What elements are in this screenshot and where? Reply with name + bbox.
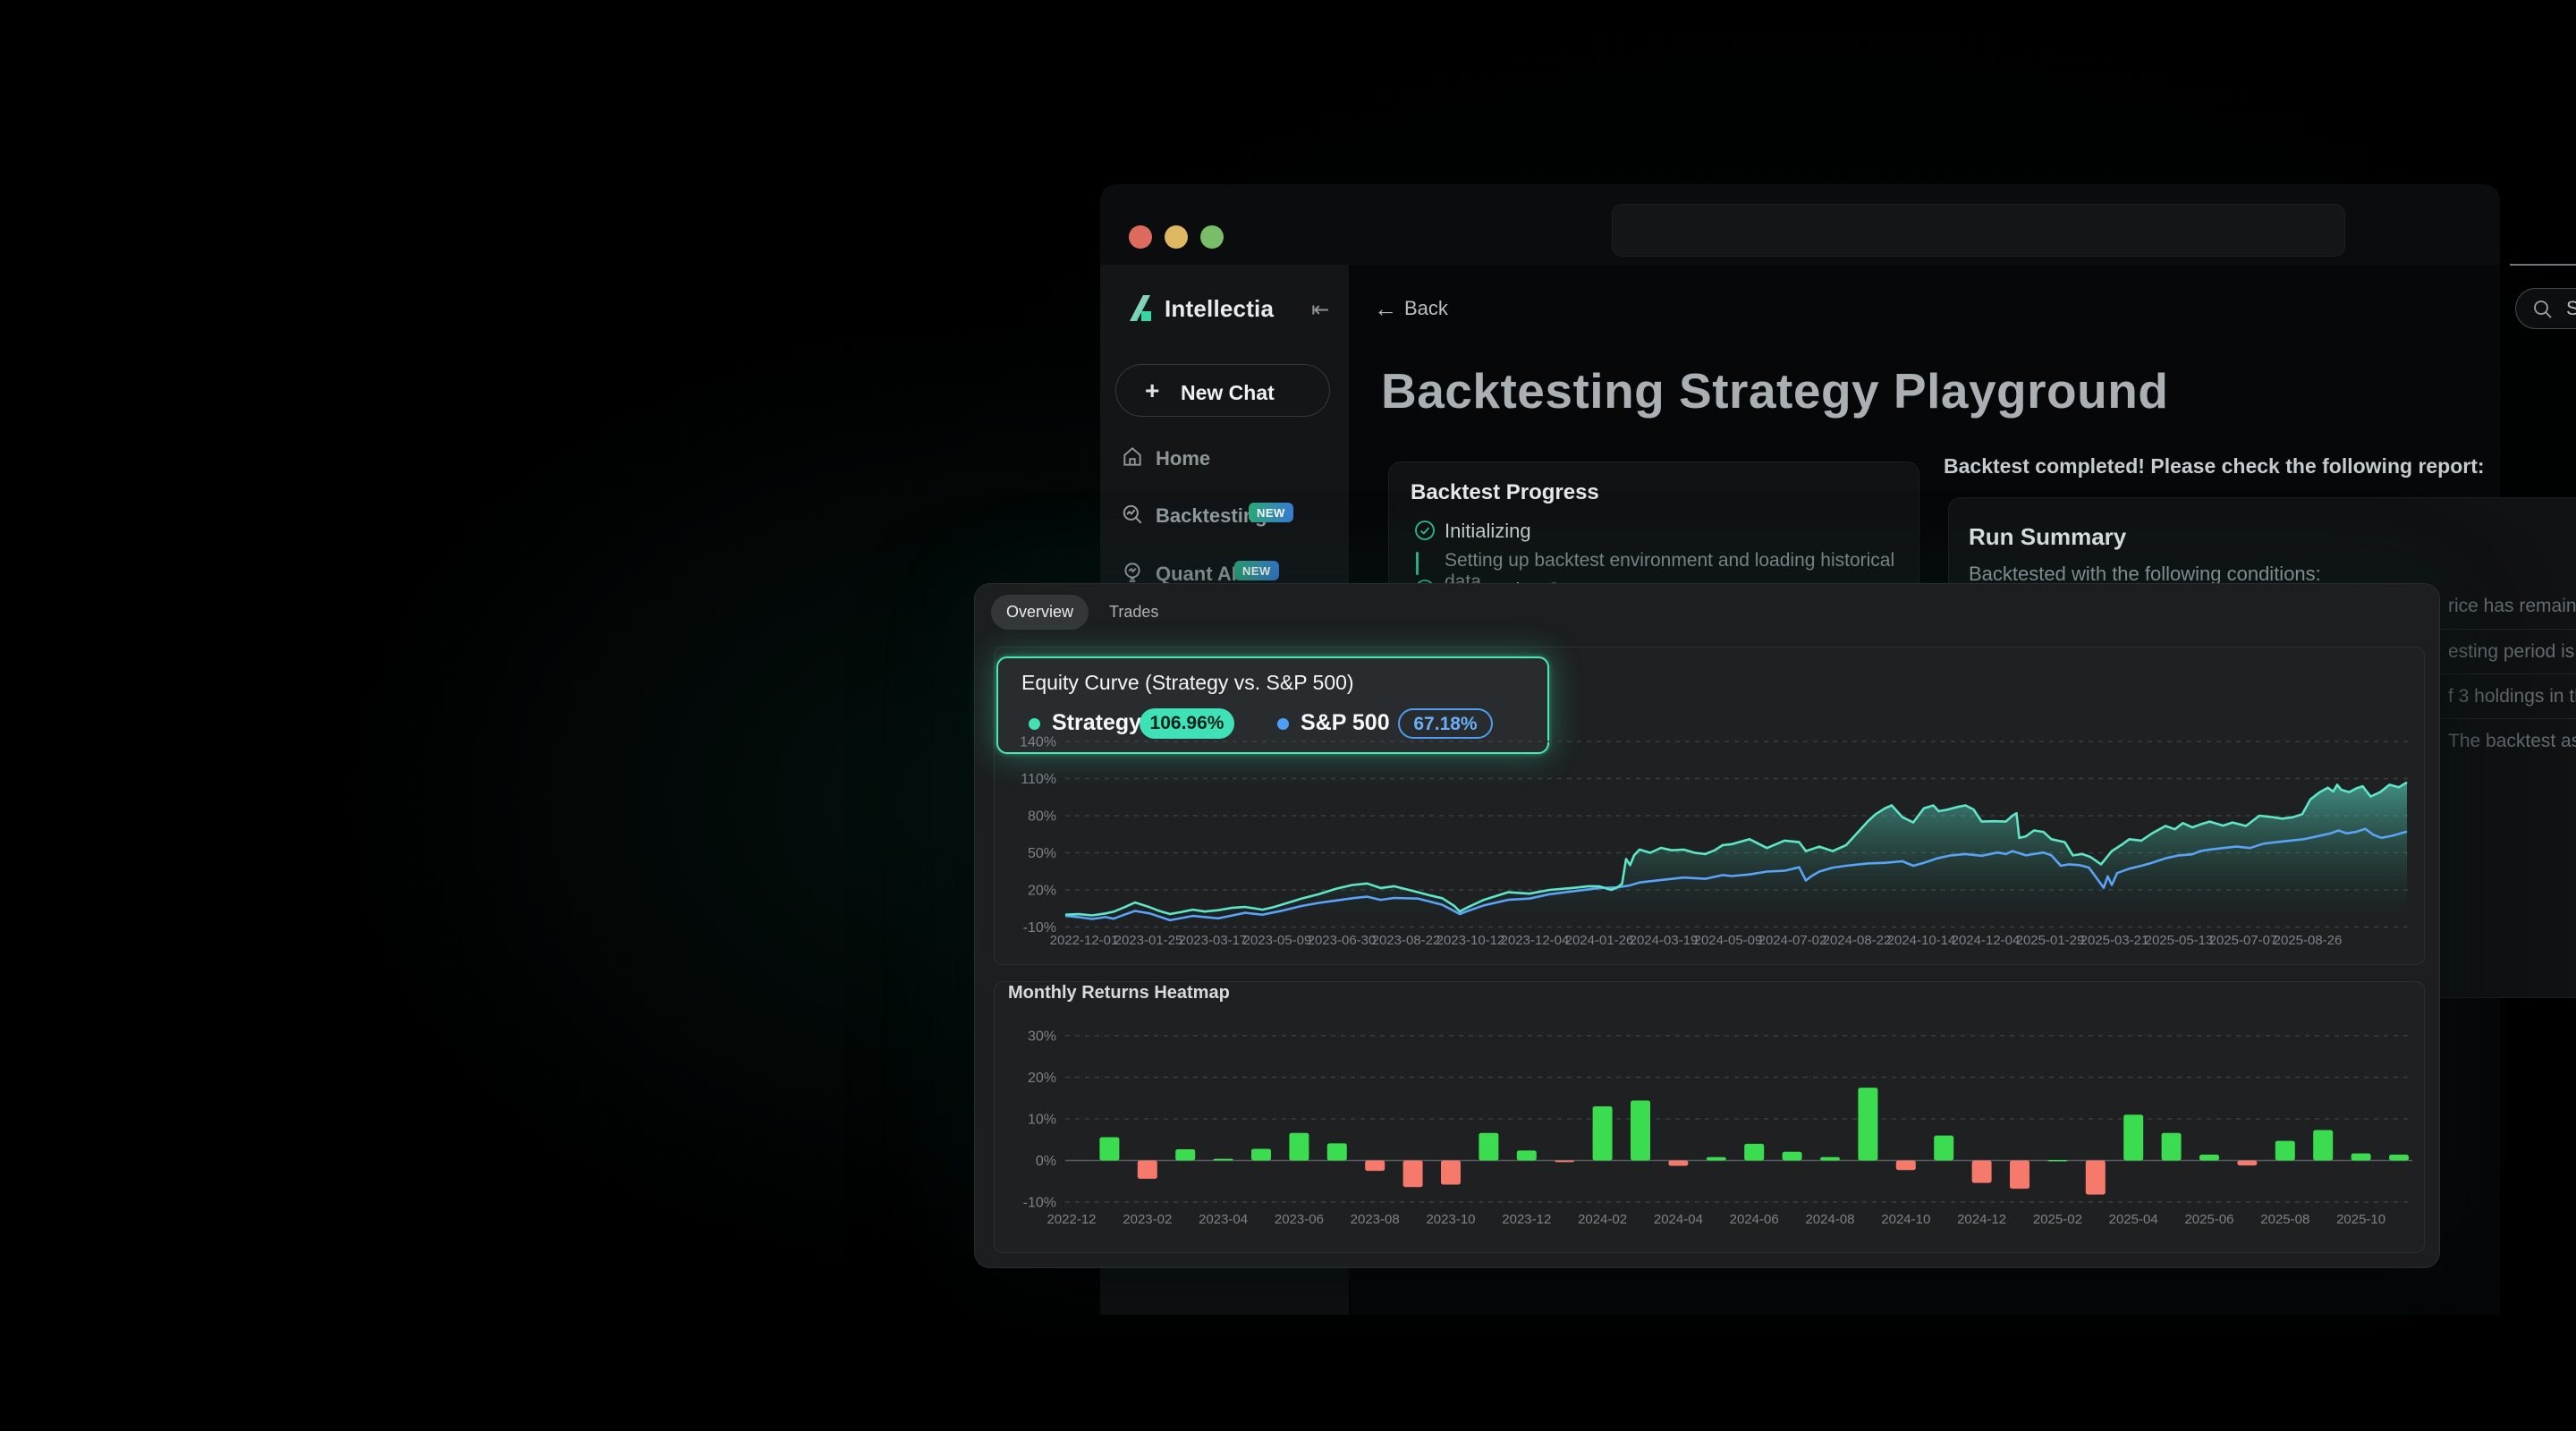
backtest-chart-icon	[1121, 503, 1144, 526]
sp500-dot-icon	[1277, 718, 1289, 730]
completed-message: Backtest completed! Please check the fol…	[1944, 454, 2485, 478]
search-icon	[2532, 299, 2554, 320]
sp500-legend-label: S&P 500	[1301, 710, 1390, 736]
search-input[interactable]: S	[2515, 288, 2576, 329]
page-title: Backtesting Strategy Playground	[1381, 362, 2168, 419]
sidebar-item-backtesting[interactable]: Backtesting NEW	[1100, 499, 1349, 538]
lightbulb-icon	[1121, 561, 1144, 584]
progress-card-title: Backtest Progress	[1411, 480, 1599, 505]
window-titlebar	[1100, 184, 2500, 265]
progress-step-initializing: Initializing	[1445, 520, 1531, 543]
strategy-return-badge: 106.96%	[1140, 708, 1234, 739]
home-icon	[1121, 445, 1144, 469]
tab-overview[interactable]: Overview	[991, 595, 1089, 630]
monthly-returns-card	[994, 981, 2425, 1253]
report-overlay: Overview Trades Equity Curve (Strategy v…	[974, 583, 2440, 1268]
run-summary-title: Run Summary	[1969, 523, 2126, 551]
brand-row: Intellectia ⇤	[1123, 290, 1329, 329]
monthly-returns-title: Monthly Returns Heatmap	[1008, 983, 1230, 1003]
close-window-button[interactable]	[1129, 225, 1152, 249]
maximize-window-button[interactable]	[1200, 225, 1224, 249]
back-button[interactable]: ←Back	[1374, 295, 1448, 323]
new-badge: NEW	[1234, 561, 1279, 580]
address-bar[interactable]	[1612, 204, 2345, 257]
sidebar-item-home[interactable]: Home	[1100, 442, 1349, 481]
strategy-legend-label: Strategy	[1052, 710, 1141, 736]
check-circle-icon	[1414, 520, 1436, 546]
sp500-return-badge: 67.18%	[1398, 708, 1493, 739]
plus-icon: +	[1145, 377, 1159, 405]
tab-trades[interactable]: Trades	[1094, 595, 1174, 630]
equity-legend-card[interactable]: Equity Curve (Strategy vs. S&P 500) Stra…	[996, 656, 1549, 754]
strategy-dot-icon	[1029, 718, 1040, 730]
collapse-sidebar-icon[interactable]: ⇤	[1311, 297, 1329, 323]
panel-divider	[2510, 264, 2576, 266]
brand-logo-icon	[1123, 292, 1157, 326]
minimize-window-button[interactable]	[1165, 225, 1188, 249]
back-arrow-icon: ←	[1374, 295, 1397, 322]
brand-name: Intellectia	[1165, 295, 1274, 323]
report-tabs: Overview Trades	[991, 595, 1174, 630]
new-chat-button[interactable]: + New Chat	[1115, 364, 1330, 417]
progress-detail-rail	[1416, 552, 1419, 575]
desktop: Intellectia ⇤ + New Chat Home Backtestin…	[0, 0, 2576, 1431]
equity-chart-title: Equity Curve (Strategy vs. S&P 500)	[1021, 671, 1354, 695]
search-text: S	[2566, 297, 2576, 320]
new-badge: NEW	[1249, 503, 1293, 522]
